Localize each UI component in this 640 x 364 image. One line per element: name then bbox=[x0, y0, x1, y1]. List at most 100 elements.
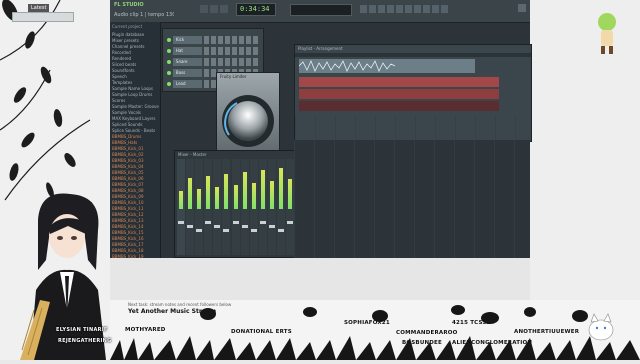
vtuber-avatar-icon bbox=[20, 193, 106, 360]
credit-4: COMMANDERAROO bbox=[396, 330, 458, 336]
mixer-strip[interactable] bbox=[286, 159, 295, 255]
streamer-name: ELYSIAN TINARIF bbox=[56, 327, 108, 333]
transport-play-button[interactable] bbox=[200, 5, 208, 13]
playlist-window: Playlist - Arrangement bbox=[294, 44, 532, 142]
playlist-empty-area bbox=[294, 140, 530, 258]
stream-right-panel bbox=[530, 0, 640, 300]
level-meter bbox=[242, 172, 247, 209]
playlist-clip-dark[interactable] bbox=[299, 101, 499, 111]
waveform-icon bbox=[299, 59, 395, 72]
window-close-icon[interactable] bbox=[518, 4, 526, 12]
mixer-strip[interactable] bbox=[195, 159, 204, 255]
fader-handle[interactable] bbox=[232, 221, 239, 224]
plugin-title: Fruity Limiter bbox=[220, 74, 247, 79]
mixer-strip[interactable] bbox=[258, 159, 267, 255]
mixer-strip[interactable] bbox=[267, 159, 276, 255]
daw-title: FL STUDIO bbox=[114, 2, 144, 8]
fader-handle[interactable] bbox=[268, 225, 275, 228]
daw-toolbar: FL STUDIO Audio clip 1 | tempo 130 0:34:… bbox=[110, 0, 530, 23]
mixer-strip[interactable] bbox=[222, 159, 231, 255]
credit-2: DONATIONAL ERTS bbox=[231, 329, 292, 335]
vtuber-avatar bbox=[10, 190, 120, 360]
channel-led-icon[interactable] bbox=[167, 82, 171, 86]
chibi-mascot bbox=[592, 8, 622, 56]
channel-led-icon[interactable] bbox=[167, 38, 171, 42]
toolbar-shortcuts[interactable] bbox=[360, 5, 450, 13]
channel-button[interactable]: Kick bbox=[172, 36, 203, 44]
channel-led-icon[interactable] bbox=[167, 49, 171, 53]
level-meter bbox=[179, 191, 184, 209]
playlist-grid bbox=[295, 115, 531, 141]
step-sequencer[interactable] bbox=[204, 47, 259, 55]
fader-handle[interactable] bbox=[205, 221, 212, 224]
fader-handle[interactable] bbox=[277, 229, 284, 232]
browser-header: Current project bbox=[112, 24, 143, 29]
credit-7: BOSBUNDEE bbox=[402, 340, 442, 346]
playlist-clip-red-2[interactable] bbox=[299, 89, 499, 99]
fader-handle[interactable] bbox=[187, 225, 194, 228]
level-meter bbox=[224, 174, 229, 209]
channel-button[interactable]: Lead bbox=[172, 80, 203, 88]
playlist-ruler bbox=[295, 53, 531, 57]
credit-5: 4215 TCSSL bbox=[452, 320, 491, 326]
fader-handle[interactable] bbox=[178, 221, 185, 224]
mixer-strip[interactable] bbox=[186, 159, 195, 255]
channel-row[interactable]: Kick bbox=[167, 35, 259, 45]
fader-handle[interactable] bbox=[287, 221, 294, 224]
channel-button[interactable]: Bass bbox=[172, 69, 203, 77]
credit-8: ALIENCONGLOMERATION bbox=[452, 340, 533, 346]
playlist-clip-audio-2[interactable] bbox=[395, 59, 475, 73]
mixer-strip[interactable] bbox=[240, 159, 249, 255]
mixer-strip[interactable] bbox=[177, 159, 186, 255]
channel-led-icon[interactable] bbox=[167, 60, 171, 64]
level-meter bbox=[288, 179, 293, 209]
playlist-clip-red-1[interactable] bbox=[299, 77, 499, 87]
plugin-knob-icon[interactable] bbox=[217, 81, 279, 161]
cat-mascot-icon bbox=[588, 313, 614, 341]
level-meter bbox=[251, 183, 256, 209]
level-meter bbox=[206, 176, 211, 209]
fader-handle[interactable] bbox=[196, 229, 203, 232]
fader-handle[interactable] bbox=[223, 229, 230, 232]
level-meter bbox=[197, 189, 202, 209]
level-meter bbox=[188, 178, 193, 209]
credit-3: SOPHIAFOX21 bbox=[344, 320, 390, 326]
cpu-meter bbox=[290, 4, 352, 16]
streamer-sub: REJENGATHERING bbox=[58, 338, 112, 344]
channel-button[interactable]: Snare bbox=[172, 58, 203, 66]
channel-row[interactable]: Snare bbox=[167, 57, 259, 67]
channel-button[interactable]: Hat bbox=[172, 47, 203, 55]
playlist-title: Playlist - Arrangement bbox=[298, 46, 343, 51]
status-bar bbox=[110, 258, 530, 300]
fader-handle[interactable] bbox=[214, 225, 221, 228]
mixer-strip[interactable] bbox=[231, 159, 240, 255]
fader-handle[interactable] bbox=[250, 229, 257, 232]
channel-row[interactable]: Hat bbox=[167, 46, 259, 56]
time-display: 0:34:34 bbox=[236, 3, 276, 16]
level-meter bbox=[233, 185, 238, 209]
fader-handle[interactable] bbox=[241, 225, 248, 228]
pattern-display[interactable]: Audio clip 1 | tempo 130 bbox=[114, 12, 174, 18]
mixer-strip[interactable] bbox=[276, 159, 285, 255]
level-meter bbox=[278, 168, 283, 209]
plugin-window: Fruity Limiter bbox=[216, 72, 280, 162]
latest-box bbox=[12, 12, 74, 22]
time-display-text: 0:34:34 bbox=[240, 5, 270, 13]
chibi-mascot-icon bbox=[598, 13, 616, 54]
mixer-strip[interactable] bbox=[249, 159, 258, 255]
level-meter bbox=[260, 170, 265, 209]
latest-label: Latest bbox=[28, 4, 50, 12]
transport-record-button[interactable] bbox=[220, 5, 228, 13]
fader-handle[interactable] bbox=[259, 221, 266, 224]
transport-stop-button[interactable] bbox=[210, 5, 218, 13]
daw-window: FL STUDIO Audio clip 1 | tempo 130 0:34:… bbox=[110, 0, 532, 300]
level-meter bbox=[269, 181, 274, 209]
channel-led-icon[interactable] bbox=[167, 71, 171, 75]
step-sequencer[interactable] bbox=[204, 36, 259, 44]
level-meter bbox=[215, 187, 220, 209]
mixer-strip[interactable] bbox=[204, 159, 213, 255]
credit-1: MOTHYARED bbox=[125, 327, 166, 333]
mixer-title: Mixer - Master bbox=[178, 152, 207, 157]
step-sequencer[interactable] bbox=[204, 58, 259, 66]
mixer-strip[interactable] bbox=[213, 159, 222, 255]
